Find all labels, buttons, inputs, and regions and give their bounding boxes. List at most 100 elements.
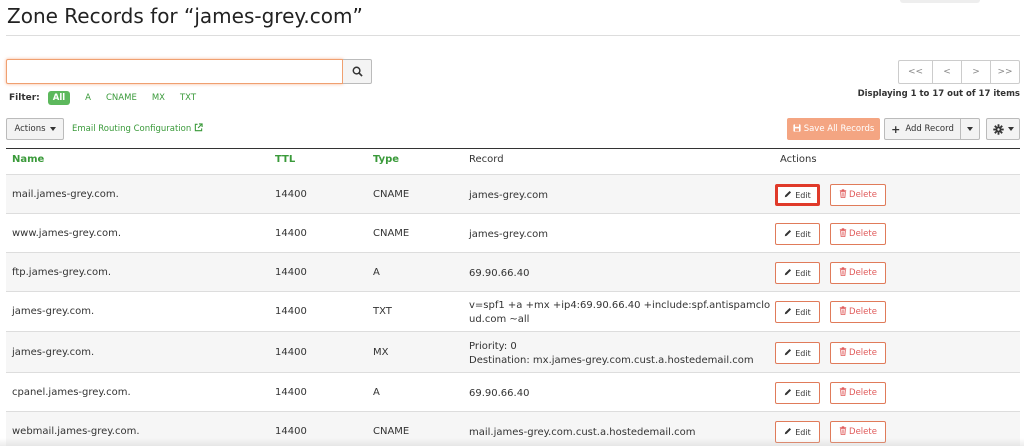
last-page-button[interactable]: >> [990,60,1020,84]
record-ttl: 14400 [275,267,307,278]
edit-button[interactable]: Edit [775,301,820,323]
filter-bar: Filter: All A CNAME MX TXT [9,91,211,105]
delete-label: Delete [849,229,877,239]
add-record-button[interactable]: + Add Record [884,118,961,140]
record-name: www.james-grey.com. [12,228,122,239]
trash-icon [839,306,847,318]
actions-label: Actions [14,124,46,134]
pagination: << < > >> [898,60,1020,84]
gear-icon [992,120,1004,139]
record-type: A [373,267,380,278]
pencil-icon [784,307,792,317]
record-value-line: Destination: mx.james-grey.com.cust.a.ho… [469,355,754,366]
record-value-line: 69.90.66.40 [469,268,530,279]
trash-icon [839,189,847,201]
edit-label: Edit [795,190,811,200]
record-name: mail.james-grey.com. [12,189,119,200]
table-top-border [6,148,1020,149]
first-page-button[interactable]: << [898,60,933,84]
plus-icon: + [891,122,901,136]
record-ttl: 14400 [275,228,307,239]
next-page-button[interactable]: > [961,60,991,84]
record-value-line: ud.com ~all [469,314,530,325]
edit-label: Edit [795,268,811,278]
record-name: james-grey.com. [12,347,95,358]
edit-button[interactable]: Edit [775,223,820,245]
save-icon [793,123,801,135]
edit-button[interactable]: Edit [775,342,820,364]
add-record-dropdown-toggle[interactable] [960,118,980,140]
table-row: james-grey.com. 14400 MX Priority: 0 Destina… [6,331,1020,372]
record-value-line: james-grey.com [469,190,549,201]
record-ttl: 14400 [275,426,307,437]
edit-button[interactable]: Edit [775,262,820,284]
record-name: webmail.james-grey.com. [12,426,140,437]
record-value-line: v=spf1 +a +mx +ip4:69.90.66.40 +include:… [469,300,771,311]
delete-button[interactable]: Delete [830,342,886,364]
caret-down-icon [1007,127,1014,131]
trash-icon [839,347,847,359]
filter-label: Filter: [9,93,40,103]
header-actions: Actions [780,154,817,165]
pencil-icon [784,229,792,239]
record-name: cpanel.james-grey.com. [12,387,131,398]
delete-label: Delete [849,388,877,398]
record-value: Priority: 0 Destination: mx.james-grey.co… [469,340,754,368]
filter-all[interactable]: All [47,91,71,105]
pencil-icon [784,190,792,200]
delete-button[interactable]: Delete [830,382,886,404]
email-routing-link[interactable]: Email Routing Configuration [72,123,203,135]
pencil-icon [784,348,792,358]
pencil-icon [784,388,792,398]
record-value-line: Priority: 0 [469,341,517,352]
record-type: A [373,387,380,398]
save-all-records-button[interactable]: Save All Records [787,118,880,140]
delete-label: Delete [849,268,877,278]
divider [6,35,1020,36]
edit-button[interactable]: Edit [775,382,820,404]
header-ttl[interactable]: TTL [275,154,295,165]
header-name[interactable]: Name [12,154,44,165]
trash-icon [839,267,847,279]
table-row: mail.james-grey.com. 14400 CNAME james-grey… [6,174,1020,213]
delete-button[interactable]: Delete [830,223,886,245]
delete-button[interactable]: Delete [830,184,886,206]
delete-label: Delete [849,190,877,200]
table-row: www.james-grey.com. 14400 CNAME james-grey.… [6,213,1020,252]
delete-button[interactable]: Delete [830,262,886,284]
filter-cname[interactable]: CNAME [106,93,137,103]
filter-mx[interactable]: MX [152,93,165,103]
record-value-line: james-grey.com [469,229,549,240]
pencil-icon [784,268,792,278]
external-link-icon [194,123,203,135]
record-ttl: 14400 [275,387,307,398]
caret-down-icon [967,127,973,131]
delete-button[interactable]: Delete [830,301,886,323]
filter-txt[interactable]: TXT [180,93,196,103]
search-bar [6,59,372,84]
filter-a[interactable]: A [85,93,91,103]
search-button[interactable] [343,59,372,84]
edit-button[interactable]: Edit [775,184,820,206]
settings-dropdown[interactable] [986,118,1020,140]
delete-label: Delete [849,427,877,437]
record-type: TXT [373,306,392,317]
record-name: james-grey.com. [12,306,95,317]
prev-page-button[interactable]: < [932,60,962,84]
search-input[interactable] [6,59,343,84]
header-type[interactable]: Type [373,154,399,165]
record-value: james-grey.com [469,228,548,242]
header-record: Record [469,154,504,165]
actions-dropdown[interactable]: Actions [6,118,64,140]
edit-label: Edit [795,348,811,358]
email-routing-label: Email Routing Configuration [72,124,192,134]
edit-label: Edit [795,388,811,398]
bottom-fade [0,438,1024,446]
record-type: CNAME [373,426,410,437]
table-row: cpanel.james-grey.com. 14400 A 69.90.66.40 E… [6,372,1020,411]
table-row: ftp.james-grey.com. 14400 A 69.90.66.40 Edit… [6,252,1020,291]
record-value: v=spf1 +a +mx +ip4:69.90.66.40 +include:… [469,299,770,327]
trash-icon [839,426,847,438]
edit-label: Edit [795,229,811,239]
trash-icon [839,387,847,399]
